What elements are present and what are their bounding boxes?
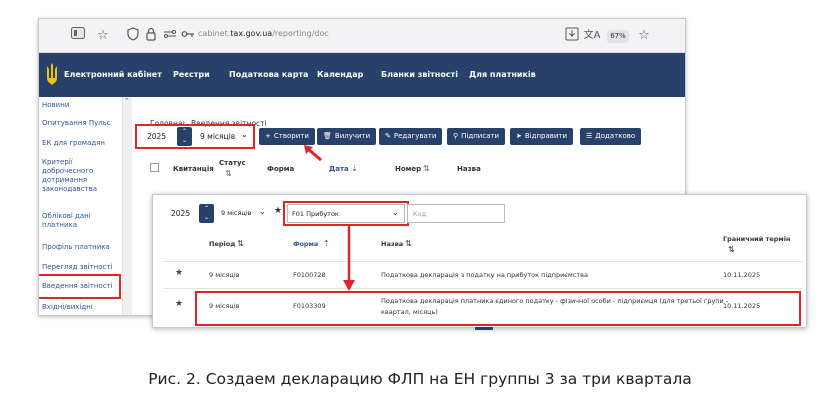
send-button[interactable]: ➤ Відправити — [510, 128, 574, 145]
favorite-star-icon[interactable]: ★ — [175, 268, 183, 278]
header-form[interactable]: Форма — [267, 165, 294, 173]
code-input[interactable]: Код — [407, 204, 505, 223]
header-date[interactable]: Дата — [329, 165, 349, 173]
browser-toolbar: ☆ cabinet.tax.gov.ua/reporting/doc 文A 67… — [39, 19, 685, 53]
sidebar-item-view-reports[interactable]: Перегляд звітності — [42, 263, 120, 272]
chevron-down-icon: ⌄ — [259, 207, 266, 216]
highlight-form-filter — [283, 201, 409, 226]
key-icon[interactable] — [179, 27, 197, 45]
highlight-selected-row — [195, 291, 801, 326]
sort-icon[interactable]: ⇅ — [728, 245, 735, 254]
row-form: F0100728 — [293, 271, 326, 279]
sidebar-scrollbar[interactable]: ⌃ — [123, 97, 132, 315]
overlay-year-value: 2025 — [171, 209, 191, 218]
lock-icon[interactable] — [142, 27, 160, 45]
col-deadline[interactable]: Граничний термін — [723, 235, 790, 243]
plus-icon: + — [265, 132, 271, 140]
address-bar[interactable]: cabinet.tax.gov.ua/reporting/doc — [198, 29, 329, 38]
pencil-icon: ✎ — [385, 132, 391, 140]
overlay-period-select[interactable]: 9 місяців ⌄ — [217, 204, 269, 223]
star-outline-icon[interactable]: ☆ — [94, 27, 112, 45]
highlight-period-filter — [135, 124, 255, 149]
code-placeholder: Код — [413, 210, 427, 218]
edit-button[interactable]: ✎ Редагувати — [379, 128, 443, 145]
sign-icon: ⚲ — [453, 132, 459, 140]
scroll-indicator[interactable] — [475, 327, 493, 330]
sort-asc-icon[interactable]: ⇡ — [323, 239, 330, 248]
nav-calendar[interactable]: Календар — [317, 70, 363, 79]
col-form[interactable]: Форма — [293, 240, 318, 248]
sort-icon[interactable]: ⇅ — [423, 164, 430, 173]
sort-icon[interactable]: ⇅ — [237, 239, 244, 248]
header-name[interactable]: Назва — [457, 165, 481, 173]
bookmark-star-icon[interactable]: ☆ — [635, 27, 653, 45]
nav-registers[interactable]: Реєстри — [173, 70, 210, 79]
sidebar-item-account-data[interactable]: Облікові дані платника — [42, 212, 120, 230]
favorite-star-icon[interactable]: ★ — [274, 206, 282, 216]
decrement-icon[interactable]: ⌄ — [199, 213, 214, 222]
figure-caption: Рис. 2. Создаем декларацию ФЛП на ЕН гру… — [148, 370, 692, 388]
red-arrow-icon — [304, 145, 322, 162]
col-name[interactable]: Назва — [381, 240, 403, 248]
header-status[interactable]: Статус — [219, 159, 246, 167]
shield-icon[interactable] — [124, 27, 142, 45]
overlay-period-value: 9 місяців — [221, 209, 252, 217]
overlay-year-stepper[interactable]: ⌃ ⌄ — [199, 204, 214, 223]
delete-button[interactable]: 🗑 Вилучити — [317, 128, 377, 145]
red-down-arrow-icon — [343, 224, 355, 291]
row-name: Податкова декларація з податку на прибут… — [381, 271, 588, 279]
sidebar-item-inbox-outbox[interactable]: Вхідні/вихідні — [42, 303, 120, 312]
sidebar-item-pulse-survey[interactable]: Опитування Пульс — [42, 119, 120, 128]
list-icon: ☰ — [586, 132, 593, 140]
send-icon: ➤ — [516, 132, 522, 140]
header-receipt[interactable]: Квитанція — [173, 165, 214, 173]
brand-title[interactable]: Електронний кабінет — [64, 70, 162, 79]
header-number[interactable]: Номер — [395, 165, 421, 173]
download-icon[interactable] — [563, 27, 581, 45]
table-row[interactable]: ★ 9 місяців F0100728 Податкова деклараці… — [163, 262, 803, 288]
create-form-panel: 2025 ⌃ ⌄ 9 місяців ⌄ ★ F01 Прибуток ⌄ Ко… — [152, 194, 807, 330]
permissions-icon[interactable] — [161, 27, 179, 45]
sign-button[interactable]: ⚲ Підписати — [447, 128, 506, 145]
sidebar-item-news[interactable]: Новини — [42, 101, 120, 110]
sidebar-item-integrity-criteria[interactable]: Критерії доброчесного дотримання законод… — [42, 158, 120, 194]
sort-desc-icon[interactable]: ⇣ — [351, 164, 358, 173]
row-period: 9 місяців — [209, 271, 240, 279]
sort-icon[interactable]: ⇅ — [405, 239, 412, 248]
overlay-year-field[interactable]: 2025 — [167, 204, 197, 223]
sort-icon[interactable]: ⇅ — [225, 169, 232, 178]
col-period[interactable]: Період — [209, 240, 235, 248]
select-all-checkbox[interactable] — [150, 163, 159, 172]
translate-icon[interactable]: 文A — [583, 27, 601, 45]
trident-icon — [47, 63, 57, 85]
highlight-enter-reports — [39, 274, 121, 299]
increment-icon[interactable]: ⌃ — [199, 204, 214, 213]
row-deadline: 10.11.2025 — [723, 271, 761, 279]
sidebar-toggle-icon[interactable] — [69, 27, 87, 45]
extra-button[interactable]: ☰ Додатково — [580, 128, 642, 145]
sidebar-item-ek-communities[interactable]: ЕК для громадян — [42, 139, 120, 148]
favorite-star-icon[interactable]: ★ — [175, 299, 183, 309]
top-navigation: Електронний кабінет Реєстри Податкова ка… — [39, 53, 685, 97]
zoom-level[interactable]: 67% — [607, 30, 629, 43]
nav-for-payers[interactable]: Для платників — [469, 70, 536, 79]
sidebar-item-payer-profile[interactable]: Профіль платника — [42, 243, 120, 252]
scroll-up-icon[interactable]: ⌃ — [124, 97, 130, 105]
nav-report-forms[interactable]: Бланки звітності — [381, 70, 458, 79]
nav-tax-map[interactable]: Податкова карта — [229, 70, 308, 79]
